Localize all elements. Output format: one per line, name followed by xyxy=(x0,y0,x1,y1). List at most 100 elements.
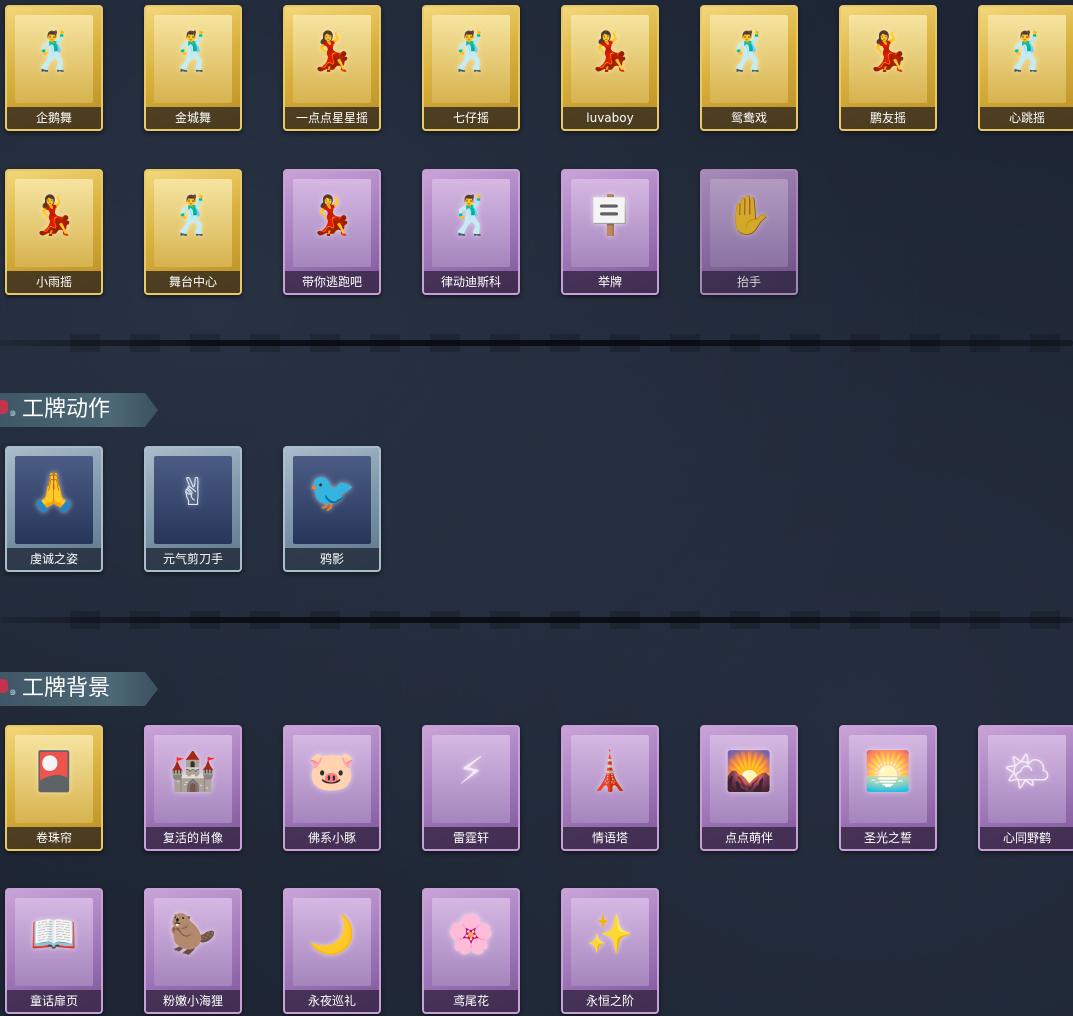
card-label: 举牌 xyxy=(563,271,657,293)
section-title: 工牌动作 xyxy=(22,397,111,422)
section-divider xyxy=(0,334,1073,352)
dancing-figure-icon: 🕺 xyxy=(447,193,495,237)
card-label: 童话扉页 xyxy=(7,990,101,1012)
card-label: 小雨摇 xyxy=(7,271,101,293)
dance-card[interactable]: ✋ 抬手 xyxy=(700,169,798,295)
silhouette-pose-icon: 🐦 xyxy=(308,470,356,514)
dancing-figure-icon: 💃 xyxy=(864,29,912,73)
dancing-figure-icon: 🕺 xyxy=(169,29,217,73)
background-card-icon: 🌤 xyxy=(1002,749,1052,793)
silhouette-pose-icon: 🙏 xyxy=(30,470,78,514)
dancing-figure-icon: 🕺 xyxy=(447,29,495,73)
card-label: 抬手 xyxy=(702,271,796,293)
badge-background-card[interactable]: 📖 童话扉页 xyxy=(5,888,103,1014)
badge-action-card[interactable]: 🙏 虔诚之姿 xyxy=(5,446,103,572)
card-label: 复活的肖像 xyxy=(146,827,240,849)
background-card-icon: 🐷 xyxy=(308,749,356,793)
background-card-icon: 🦫 xyxy=(169,912,217,956)
dance-card[interactable]: 🕺 律动迪斯科 xyxy=(422,169,520,295)
dancing-figure-icon: 🕺 xyxy=(725,29,773,73)
card-label: 心同野鹤 xyxy=(980,827,1073,849)
badge-background-card[interactable]: 🎴 卷珠帘 xyxy=(5,725,103,851)
badge-action-card[interactable]: 🐦 鸦影 xyxy=(283,446,381,572)
section-header-badge-actions: ๑ 工牌动作 xyxy=(0,393,158,427)
card-label: 点点萌伴 xyxy=(702,827,796,849)
badge-background-card[interactable]: 🌄 点点萌伴 xyxy=(700,725,798,851)
card-label: 雷霆轩 xyxy=(424,827,518,849)
card-label: 虔诚之姿 xyxy=(7,548,101,570)
background-card-icon: 🌅 xyxy=(864,749,912,793)
card-label: luvaboy xyxy=(563,107,657,129)
section-divider xyxy=(0,611,1073,629)
card-label: 鸦影 xyxy=(285,548,379,570)
section-marker-icon xyxy=(0,400,8,414)
card-label: 律动迪斯科 xyxy=(424,271,518,293)
dance-card[interactable]: 💃 小雨摇 xyxy=(5,169,103,295)
card-label: 鸢尾花 xyxy=(424,990,518,1012)
background-card-icon: 🌸 xyxy=(447,912,495,956)
card-label: 心跳摇 xyxy=(980,107,1073,129)
dancing-figure-icon: 🕺 xyxy=(1003,29,1051,73)
badge-background-card[interactable]: 🏰 复活的肖像 xyxy=(144,725,242,851)
dancing-figure-icon: 🕺 xyxy=(169,193,217,237)
card-label: 情语塔 xyxy=(563,827,657,849)
background-card-icon: 🎴 xyxy=(30,749,78,793)
dance-card[interactable]: 🪧 举牌 xyxy=(561,169,659,295)
card-label: 鹏友摇 xyxy=(841,107,935,129)
dancing-figure-icon: 💃 xyxy=(308,193,356,237)
dance-card[interactable]: 💃 luvaboy xyxy=(561,5,659,131)
background-card-icon: ✨ xyxy=(586,912,634,956)
badge-background-card[interactable]: 🌸 鸢尾花 xyxy=(422,888,520,1014)
dance-card[interactable]: 💃 带你逃跑吧 xyxy=(283,169,381,295)
section-marker-icon xyxy=(0,679,8,693)
dancing-figure-icon: 💃 xyxy=(586,29,634,73)
dance-card[interactable]: 🕺 企鹅舞 xyxy=(5,5,103,131)
dance-card[interactable]: 🕺 金城舞 xyxy=(144,5,242,131)
card-label: 一点点星星摇 xyxy=(285,107,379,129)
background-card-icon: 📖 xyxy=(30,912,78,956)
card-label: 企鹅舞 xyxy=(7,107,101,129)
badge-background-card[interactable]: 🌙 永夜巡礼 xyxy=(283,888,381,1014)
card-label: 元气剪刀手 xyxy=(146,548,240,570)
card-label: 佛系小豚 xyxy=(285,827,379,849)
card-label: 圣光之誓 xyxy=(841,827,935,849)
dance-card[interactable]: 💃 一点点星星摇 xyxy=(283,5,381,131)
card-label: 卷珠帘 xyxy=(7,827,101,849)
background-card-icon: 🌄 xyxy=(725,749,773,793)
badge-background-card[interactable]: 🐷 佛系小豚 xyxy=(283,725,381,851)
badge-background-card[interactable]: ✨ 永恒之阶 xyxy=(561,888,659,1014)
badge-background-card[interactable]: 🌤 心同野鹤 xyxy=(978,725,1073,851)
card-label: 带你逃跑吧 xyxy=(285,271,379,293)
card-label: 舞台中心 xyxy=(146,271,240,293)
card-label: 七仔摇 xyxy=(424,107,518,129)
swirl-icon: ๑ xyxy=(9,405,17,419)
sign-holder-icon: 🪧 xyxy=(586,193,634,237)
dance-card[interactable]: 💃 鹏友摇 xyxy=(839,5,937,131)
background-card-icon: ⚡ xyxy=(457,749,485,793)
dance-card[interactable]: 🕺 七仔摇 xyxy=(422,5,520,131)
hand-raise-icon: ✋ xyxy=(725,193,773,237)
badge-background-card[interactable]: ⚡ 雷霆轩 xyxy=(422,725,520,851)
dancing-figure-icon: 🕺 xyxy=(30,29,78,73)
badge-background-card[interactable]: 🌅 圣光之誓 xyxy=(839,725,937,851)
background-card-icon: 🌙 xyxy=(308,912,356,956)
section-title: 工牌背景 xyxy=(22,676,111,701)
badge-background-card[interactable]: 🦫 粉嫩小海狸 xyxy=(144,888,242,1014)
silhouette-pose-icon: ✌ xyxy=(177,470,209,514)
dancing-figure-icon: 💃 xyxy=(308,29,356,73)
card-label: 鸳鸯戏 xyxy=(702,107,796,129)
badge-background-card[interactable]: 🗼 情语塔 xyxy=(561,725,659,851)
card-label: 粉嫩小海狸 xyxy=(146,990,240,1012)
background-card-icon: 🏰 xyxy=(169,749,217,793)
swirl-icon: ๑ xyxy=(9,684,17,698)
dance-card[interactable]: 🕺 心跳摇 xyxy=(978,5,1073,131)
section-header-badge-backgrounds: ๑ 工牌背景 xyxy=(0,672,158,706)
card-label: 永恒之阶 xyxy=(563,990,657,1012)
dance-card[interactable]: 🕺 鸳鸯戏 xyxy=(700,5,798,131)
badge-action-card[interactable]: ✌ 元气剪刀手 xyxy=(144,446,242,572)
dancing-figure-icon: 💃 xyxy=(30,193,78,237)
card-label: 金城舞 xyxy=(146,107,240,129)
background-card-icon: 🗼 xyxy=(586,749,634,793)
dance-card[interactable]: 🕺 舞台中心 xyxy=(144,169,242,295)
card-label: 永夜巡礼 xyxy=(285,990,379,1012)
